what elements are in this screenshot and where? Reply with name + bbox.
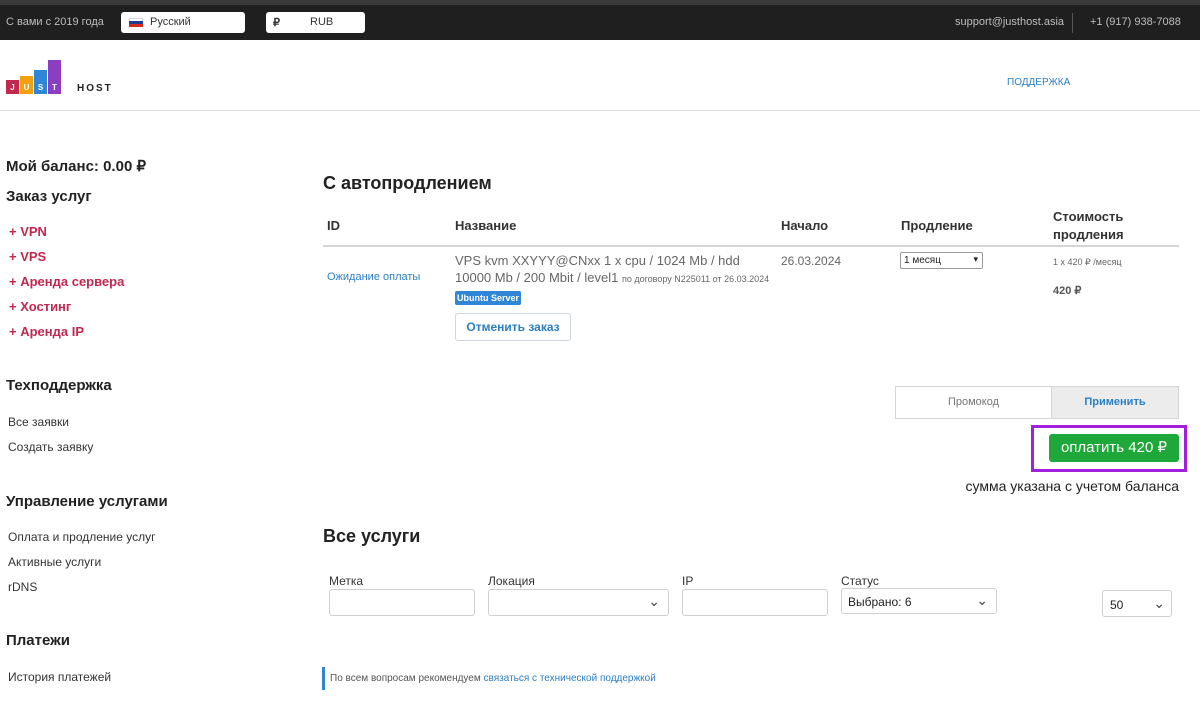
- sidebar-item-hosting[interactable]: + Хостинг: [9, 299, 71, 314]
- apply-promo-button[interactable]: Применить: [1051, 386, 1179, 419]
- support-phone-link[interactable]: +1 (917) 938-7088: [1090, 16, 1181, 28]
- chevron-down-icon: ▾: [973, 254, 978, 264]
- site-header: J U S T HOST ПОДДЕРЖКА: [0, 40, 1200, 111]
- logo-bar-u: U: [20, 76, 33, 94]
- tag-filter-input[interactable]: [329, 589, 475, 616]
- balance-text: Мой баланс: 0.00 ₽: [6, 158, 146, 175]
- top-bar: С вами с 2019 года Русский ₽ RUB support…: [0, 0, 1200, 40]
- ip-filter-input[interactable]: [682, 589, 828, 616]
- order-heading: Заказ услуг: [6, 188, 92, 205]
- order-status-link[interactable]: Ожидание оплаты: [327, 271, 420, 283]
- os-badge: Ubuntu Server: [455, 291, 522, 305]
- sidebar-item-active-services[interactable]: Активные услуги: [8, 555, 101, 569]
- per-page-select[interactable]: 50 ⌄: [1102, 590, 1172, 617]
- sidebar-item-create-ticket[interactable]: Создать заявку: [8, 440, 93, 454]
- column-id: ID: [327, 218, 340, 233]
- language-label: Русский: [150, 16, 191, 28]
- sidebar-item-rdns[interactable]: rDNS: [8, 580, 37, 594]
- logo-word: HOST: [77, 83, 113, 94]
- divider: [1072, 13, 1073, 33]
- promo-code-input[interactable]: Промокод: [895, 386, 1051, 419]
- cancel-order-button[interactable]: Отменить заказ: [455, 313, 571, 341]
- column-start: Начало: [781, 218, 829, 233]
- autorenew-title: С автопродлением: [323, 173, 492, 193]
- contact-support-link[interactable]: связаться с технической поддержкой: [484, 673, 656, 684]
- logo-bar-j: J: [6, 80, 19, 94]
- sidebar-item-vps[interactable]: + VPS: [9, 249, 46, 264]
- pay-note: сумма указана с учетом баланса: [965, 478, 1179, 494]
- price-total: 420 ₽: [1053, 285, 1082, 297]
- status-filter-select[interactable]: Выбрано: 6 ⌄: [841, 588, 997, 614]
- logo-bar-s: S: [34, 70, 47, 94]
- all-services-title: Все услуги: [323, 526, 421, 546]
- contract-text: по договору N225011 от 26.03.2024: [621, 274, 770, 284]
- since-text: С вами с 2019 года: [6, 16, 104, 28]
- tag-filter-label: Метка: [329, 574, 364, 588]
- russia-flag-icon: [129, 18, 143, 27]
- sidebar-item-payment-history[interactable]: История платежей: [8, 670, 111, 684]
- ip-filter-label: IP: [682, 574, 694, 588]
- status-filter-value: Выбрано: 6: [848, 595, 912, 609]
- sidebar-item-server-rent[interactable]: + Аренда сервера: [9, 274, 124, 289]
- column-renewal: Продление: [901, 218, 973, 233]
- service-name: VPS kvm XXYYY@CNxx 1 x cpu / 1024 Mb / h…: [455, 252, 775, 288]
- sidebar-item-payment-renewal[interactable]: Оплата и продление услуг: [8, 530, 156, 544]
- column-cost-line1: Стоимость: [1053, 209, 1124, 224]
- chevron-down-icon: ⌄: [1153, 595, 1165, 611]
- sidebar-item-ip-rent[interactable]: + Аренда IP: [9, 324, 84, 339]
- start-date: 26.03.2024: [781, 254, 842, 268]
- payments-heading: Платежи: [6, 632, 70, 649]
- currency-select[interactable]: ₽ RUB: [266, 12, 365, 33]
- status-filter-label: Статус: [841, 574, 879, 588]
- chevron-down-icon: ⌄: [976, 592, 988, 608]
- help-note: По всем вопросам рекомендуем связаться с…: [322, 667, 656, 690]
- sidebar-item-all-tickets[interactable]: Все заявки: [8, 415, 69, 429]
- per-page-value: 50: [1110, 598, 1124, 612]
- manage-heading: Управление услугами: [6, 493, 168, 510]
- renewal-period-select[interactable]: 1 месяц ▾: [900, 252, 983, 269]
- column-cost-line2: продления: [1053, 227, 1124, 242]
- location-filter-select[interactable]: ⌄: [488, 589, 669, 616]
- support-heading: Техподдержка: [6, 377, 112, 394]
- price-calculation: 1 x 420 ₽ /месяц: [1053, 257, 1122, 267]
- justhost-logo[interactable]: J U S T HOST: [6, 54, 126, 94]
- pay-button[interactable]: оплатить 420 ₽: [1049, 434, 1179, 462]
- location-filter-label: Локация: [488, 574, 535, 588]
- logo-bar-t: T: [48, 60, 61, 94]
- support-email-link[interactable]: support@justhost.asia: [955, 16, 1064, 28]
- ruble-icon: ₽: [273, 17, 280, 29]
- help-text: По всем вопросам рекомендуем: [330, 673, 481, 684]
- sidebar-item-vpn[interactable]: + VPN: [9, 224, 47, 239]
- language-select[interactable]: Русский: [121, 12, 245, 33]
- nav-support-link[interactable]: ПОДДЕРЖКА: [1007, 77, 1070, 88]
- chevron-down-icon: ⌄: [648, 593, 660, 609]
- renewal-period-value: 1 месяц: [904, 255, 941, 266]
- table-header-divider: [323, 245, 1179, 247]
- currency-label: RUB: [310, 16, 334, 28]
- column-name: Название: [455, 218, 517, 233]
